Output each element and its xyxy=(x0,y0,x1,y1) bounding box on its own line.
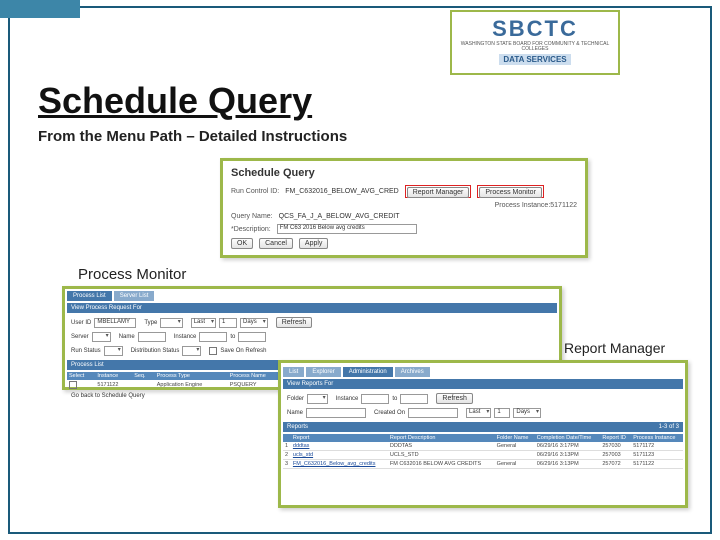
rm-instance-to[interactable] xyxy=(400,394,428,404)
instance-from[interactable] xyxy=(199,332,227,342)
rm-instance-from[interactable] xyxy=(361,394,389,404)
instance-to[interactable] xyxy=(238,332,266,342)
rm-folder-label: Folder xyxy=(287,396,304,402)
table-row[interactable]: 1dddtasDDDTASGeneral06/29/16 3:17PM25703… xyxy=(283,442,683,451)
diststatus-label: Distribution Status xyxy=(131,348,180,354)
query-name-label: Query Name: xyxy=(231,213,273,220)
process-monitor-label: Process Monitor xyxy=(78,266,186,283)
tab-explorer[interactable]: Explorer xyxy=(306,367,340,377)
schedule-heading: Schedule Query xyxy=(231,167,577,179)
type-select[interactable] xyxy=(160,318,182,328)
type-label: Type xyxy=(144,320,157,326)
ok-button[interactable]: OK xyxy=(231,238,253,249)
last-unit-select[interactable]: Days xyxy=(240,318,268,328)
description-input[interactable]: FM C63 2016 Below avg credits xyxy=(277,224,417,234)
description-label: *Description: xyxy=(231,226,271,233)
logo-box: SBCTC WASHINGTON STATE BOARD FOR COMMUNI… xyxy=(450,10,620,75)
table-row[interactable]: 2ucls_stdUCLS_STD06/29/16 3:13PM25700351… xyxy=(283,451,683,460)
page-subtitle: From the Menu Path – Detailed Instructio… xyxy=(38,128,347,145)
logo-tag: DATA SERVICES xyxy=(499,54,570,65)
rm-last-unit[interactable]: Days xyxy=(513,408,541,418)
process-list-bar: Process List xyxy=(71,362,104,368)
process-instance-label: Process Instance:5171122 xyxy=(495,202,577,209)
process-monitor-button[interactable]: Process Monitor xyxy=(479,187,542,198)
tab-archives[interactable]: Archives xyxy=(395,367,430,377)
save-refresh-checkbox[interactable] xyxy=(209,347,217,355)
instance-label: Instance xyxy=(174,334,197,340)
runstatus-label: Run Status xyxy=(71,348,101,354)
query-name-value: QCS_FA_J_A_BELOW_AVG_CREDIT xyxy=(279,213,400,220)
cancel-button[interactable]: Cancel xyxy=(259,238,293,249)
report-manager-button[interactable]: Report Manager xyxy=(407,187,470,198)
go-back-link[interactable]: Go back to Schedule Query xyxy=(71,393,145,399)
rm-last-select[interactable]: Last xyxy=(466,408,491,418)
rm-name-label: Name xyxy=(287,410,303,416)
name-label: Name xyxy=(119,334,135,340)
rm-refresh-button[interactable]: Refresh xyxy=(436,393,473,404)
logo-subtext: WASHINGTON STATE BOARD FOR COMMUNITY & T… xyxy=(458,42,612,52)
view-reports-bar: View Reports For xyxy=(283,379,683,389)
tab-server-list[interactable]: Server List xyxy=(114,291,155,301)
rm-created-label: Created On xyxy=(374,410,405,416)
reports-table: ReportReport DescriptionFolder NameCompl… xyxy=(283,434,683,469)
save-refresh-label: Save On Refresh xyxy=(220,348,266,354)
tab-process-list[interactable]: Process List xyxy=(67,291,112,301)
rm-folder-select[interactable] xyxy=(307,394,328,404)
userid-input[interactable]: MBELLAMY xyxy=(94,318,136,328)
reports-bar: Reports xyxy=(287,424,308,430)
logo-text: SBCTC xyxy=(458,16,612,42)
run-control-value: FM_C632016_BELOW_AVG_CRED xyxy=(285,188,398,195)
tab-administration[interactable]: Administration xyxy=(343,367,393,377)
process-monitor-highlight: Process Monitor xyxy=(477,185,544,198)
runstatus-select[interactable] xyxy=(104,346,123,356)
view-request-bar: View Process Request For xyxy=(67,303,557,313)
last-select[interactable]: Last xyxy=(191,318,216,328)
page-title: Schedule Query xyxy=(38,80,312,122)
schedule-query-panel: Schedule Query Run Control ID: FM_C63201… xyxy=(220,158,588,258)
rm-name-input[interactable] xyxy=(306,408,366,418)
apply-button[interactable]: Apply xyxy=(299,238,329,249)
refresh-button[interactable]: Refresh xyxy=(276,317,313,328)
reports-paging: 1-3 of 3 xyxy=(659,424,679,430)
report-manager-label: Report Manager xyxy=(564,340,665,356)
report-manager-panel: List Explorer Administration Archives Vi… xyxy=(278,360,688,508)
rm-instance-label: Instance xyxy=(336,396,359,402)
last-value[interactable]: 1 xyxy=(219,318,237,328)
diststatus-select[interactable] xyxy=(182,346,201,356)
tab-list[interactable]: List xyxy=(283,367,304,377)
table-row[interactable]: 3FM_C632016_Below_avg_creditsFM C632016 … xyxy=(283,460,683,469)
userid-label: User ID xyxy=(71,320,91,326)
server-label: Server xyxy=(71,334,89,340)
rm-created-input[interactable] xyxy=(408,408,458,418)
name-input[interactable] xyxy=(138,332,166,342)
server-select[interactable] xyxy=(92,332,111,342)
report-manager-highlight: Report Manager xyxy=(405,185,472,198)
row-checkbox[interactable] xyxy=(69,381,77,389)
run-control-label: Run Control ID: xyxy=(231,188,279,195)
rm-last-value[interactable]: 1 xyxy=(494,408,510,418)
